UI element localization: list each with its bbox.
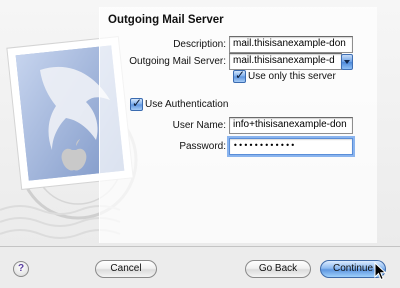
use-authentication-checkbox[interactable]: ✓ [130,96,143,111]
checkmark-icon: ✓ [235,68,246,82]
username-field[interactable]: info+thisisanexample-don [229,117,353,134]
outgoing-server-label: Outgoing Mail Server: [129,56,226,67]
cancel-button[interactable]: Cancel [95,260,157,278]
outgoing-server-combobox[interactable]: mail.thisisanexample-d [229,53,342,70]
mouse-pointer-icon [374,262,387,281]
help-button[interactable]: ? [13,261,29,277]
server-dropdown-button[interactable] [341,54,353,70]
description-value: mail.thisisanexample-don [233,38,346,49]
go-back-button[interactable]: Go Back [245,260,311,278]
password-label: Password: [179,141,226,152]
use-only-server-checkbox[interactable]: ✓ [233,68,246,83]
description-label: Description: [173,39,226,50]
checkmark-icon: ✓ [132,96,143,110]
chevron-down-icon [344,60,350,64]
footer-divider [0,246,400,247]
password-field[interactable]: •••••••••••• [229,138,353,155]
section-title: Outgoing Mail Server [108,14,224,26]
use-only-server-label: Use only this server [248,71,336,82]
password-value: •••••••••••• [233,141,296,150]
username-value: info+thisisanexample-don [233,119,347,130]
description-field[interactable]: mail.thisisanexample-don [229,36,353,53]
help-icon: ? [17,263,25,274]
use-authentication-label: Use Authentication [145,99,229,110]
username-label: User Name: [172,120,226,131]
outgoing-server-value: mail.thisisanexample-d [233,55,335,66]
